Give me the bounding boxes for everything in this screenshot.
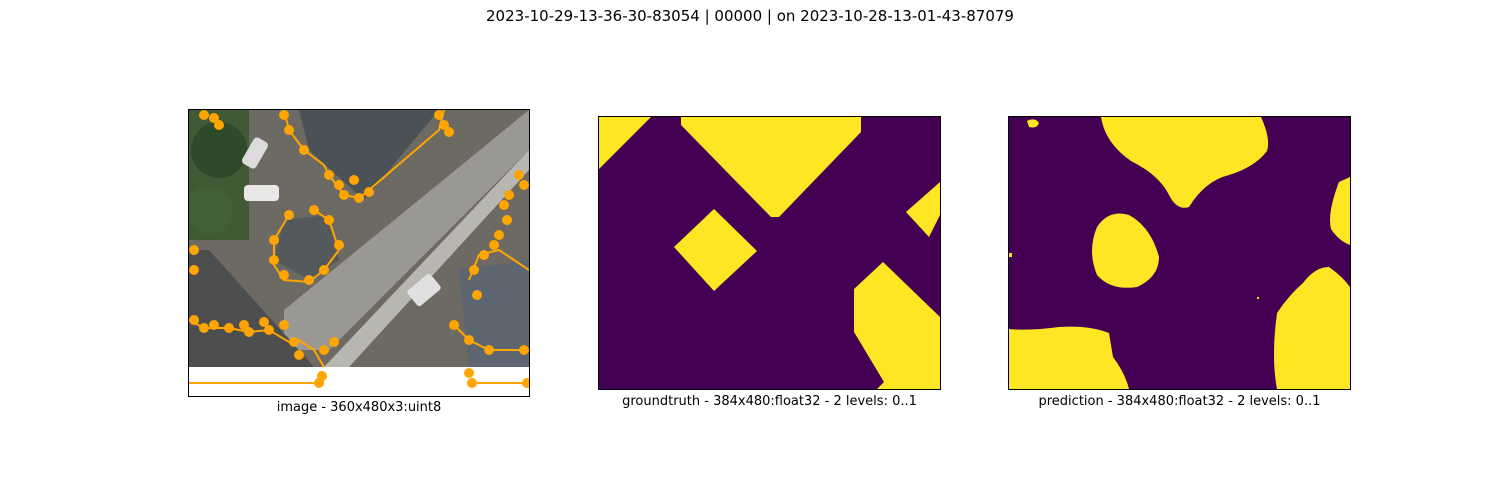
prediction-mask-frame	[1008, 116, 1351, 390]
aerial-photo	[189, 110, 529, 396]
segmentation-mask	[1009, 117, 1350, 389]
groundtruth-mask-frame	[598, 116, 941, 390]
groundtruth-caption: groundtruth - 384x480:float32 - 2 levels…	[622, 394, 917, 409]
prediction-caption: prediction - 384x480:float32 - 2 levels:…	[1038, 394, 1321, 409]
aerial-image-frame	[188, 109, 530, 397]
image-caption: image - 360x480x3:uint8	[276, 400, 442, 415]
figure-title: 2023-10-29-13-36-30-83054 | 00000 | on 2…	[486, 7, 1014, 25]
segmentation-mask	[599, 117, 940, 389]
